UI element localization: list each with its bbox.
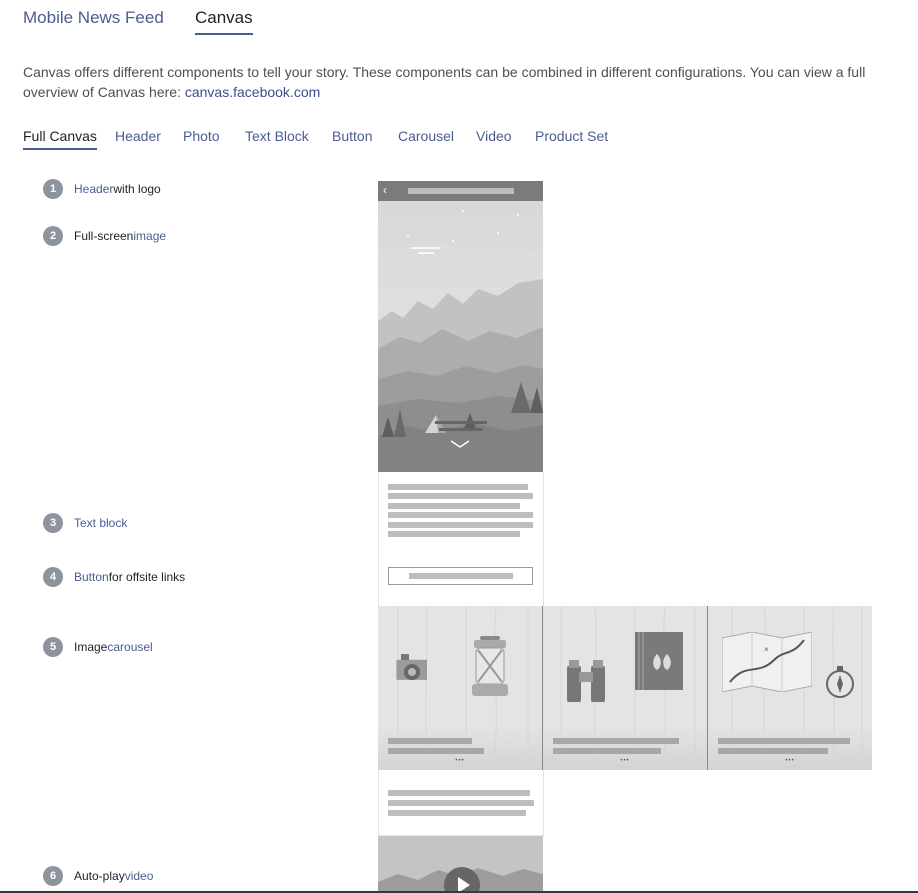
back-arrow-icon: ‹ <box>383 183 387 197</box>
step-number: 5 <box>43 637 63 657</box>
tab-canvas[interactable]: Canvas <box>195 8 253 35</box>
compass-icon <box>826 666 854 698</box>
mock-video <box>378 836 543 893</box>
tab-product-set[interactable]: Product Set <box>535 128 608 148</box>
step-number: 3 <box>43 513 63 533</box>
mock-header-title-placeholder <box>408 188 514 194</box>
page-indicator: ••• <box>620 758 630 764</box>
caption-line-placeholder <box>553 748 661 754</box>
mock-text-block <box>378 472 544 606</box>
caption-line-placeholder <box>388 748 484 754</box>
feature-button: 4 Button for offsite links <box>43 567 185 587</box>
carousel-card: ••• <box>543 606 707 770</box>
map-icon: × <box>722 632 812 692</box>
feature-link[interactable]: image <box>133 229 166 243</box>
mock-image-carousel: ••• ••• × ••• <box>378 606 872 770</box>
caption-line-placeholder <box>718 748 828 754</box>
step-number: 4 <box>43 567 63 587</box>
button-label-placeholder <box>409 573 513 579</box>
feature-text-block: 3 Text block <box>43 513 127 533</box>
caption-line-placeholder <box>553 738 679 744</box>
lantern-icon <box>472 636 508 696</box>
mock-text-block-2 <box>378 770 544 836</box>
feature-auto-play-video: 6 Auto-play video <box>43 866 153 886</box>
feature-link[interactable]: Button <box>74 570 109 584</box>
tab-header[interactable]: Header <box>115 128 161 148</box>
tab-mobile-news-feed[interactable]: Mobile News Feed <box>23 8 164 33</box>
svg-text:×: × <box>764 645 769 654</box>
caption-line-placeholder <box>718 738 850 744</box>
notebook-icon <box>635 632 683 690</box>
feature-text: Auto-play <box>74 869 125 883</box>
step-number: 2 <box>43 226 63 246</box>
tab-carousel[interactable]: Carousel <box>398 128 454 148</box>
text-line-placeholder <box>388 800 534 806</box>
feature-link[interactable]: video <box>125 869 154 883</box>
page-indicator: ••• <box>785 758 795 764</box>
tab-full-canvas[interactable]: Full Canvas <box>23 128 97 150</box>
text-line-placeholder <box>388 531 520 537</box>
step-number: 1 <box>43 179 63 199</box>
text-line-placeholder <box>388 484 528 490</box>
intro-text: Canvas offers different components to te… <box>23 64 866 100</box>
feature-link[interactable]: Header <box>74 182 113 196</box>
feature-text: for offsite links <box>108 570 186 584</box>
tab-video[interactable]: Video <box>476 128 512 148</box>
tab-button[interactable]: Button <box>332 128 372 148</box>
text-line-placeholder <box>388 503 520 509</box>
mock-hero-image <box>378 201 543 472</box>
feature-link[interactable]: Text block <box>74 516 127 530</box>
tab-text-block[interactable]: Text Block <box>245 128 309 148</box>
mock-header: ‹ <box>378 181 543 201</box>
page-indicator: ••• <box>455 758 465 764</box>
feature-link[interactable]: carousel <box>107 640 152 654</box>
feature-header: 1 Header with logo <box>43 179 161 199</box>
mountain-landscape-illustration <box>378 201 543 472</box>
feature-text: Image <box>74 640 108 654</box>
feature-text: with logo <box>113 182 161 196</box>
text-line-placeholder <box>388 493 533 499</box>
step-number: 6 <box>43 866 63 886</box>
canvas-link[interactable]: canvas.facebook.com <box>185 84 320 100</box>
feature-text: Full-screen <box>74 229 134 243</box>
text-line-placeholder <box>388 810 526 816</box>
feature-full-screen-image: 2 Full-screen image <box>43 226 166 246</box>
intro-paragraph: Canvas offers different components to te… <box>23 62 883 102</box>
camera-icon <box>396 654 427 680</box>
text-line-placeholder <box>388 512 533 518</box>
text-line-placeholder <box>388 522 533 528</box>
carousel-card: × ••• <box>708 606 872 770</box>
binoculars-icon <box>567 660 605 702</box>
caption-line-placeholder <box>388 738 472 744</box>
text-line-placeholder <box>388 790 530 796</box>
carousel-card: ••• <box>378 606 542 770</box>
feature-image-carousel: 5 Image carousel <box>43 637 153 657</box>
tab-photo[interactable]: Photo <box>183 128 220 148</box>
mock-offsite-button <box>388 567 533 585</box>
